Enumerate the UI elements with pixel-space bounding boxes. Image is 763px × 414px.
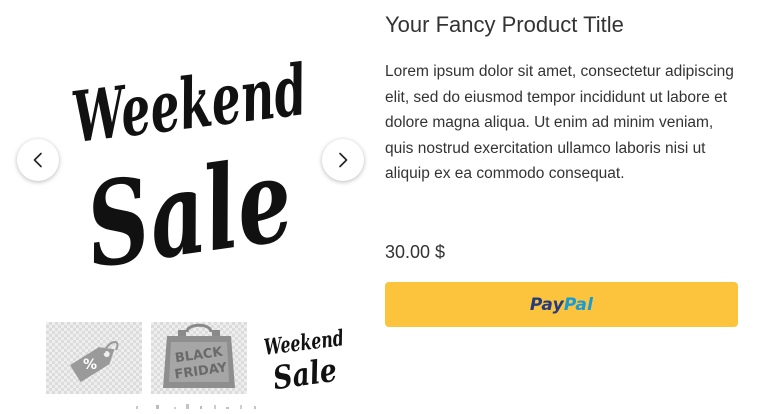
- paypal-logo-pay: Pay: [529, 294, 564, 315]
- product-gallery: Weekend Sale % BLACK FRIDAY Weekend Sale: [0, 0, 380, 414]
- product-description: Lorem ipsum dolor sit amet, consectetur …: [385, 63, 734, 182]
- thumbnail-discount-tag[interactable]: %: [46, 322, 142, 394]
- previous-image-button[interactable]: [17, 139, 59, 181]
- discount-tag-icon: %: [70, 341, 119, 383]
- thumbnail-black-friday[interactable]: BLACK FRIDAY: [151, 322, 247, 394]
- weekend-sale-lettering: Weekend Sale: [68, 48, 311, 295]
- product-price: 30.00 $: [385, 242, 446, 262]
- thumbnail-weekend-sale[interactable]: Weekend Sale: [256, 322, 352, 394]
- paypal-logo-pal: Pal: [563, 294, 594, 315]
- paypal-logo: PayPal: [530, 295, 593, 315]
- chevron-left-icon: [33, 152, 42, 168]
- sale-text: Sale: [78, 132, 300, 294]
- main-product-image: Weekend Sale: [60, 18, 320, 308]
- percent-sign: %: [83, 357, 97, 373]
- black-friday-bag-icon: BLACK FRIDAY: [163, 323, 235, 388]
- thumb-sale-text: Sale: [271, 351, 340, 394]
- weekend-sale-lettering: Weekend Sale: [263, 325, 346, 394]
- paypal-checkout-button[interactable]: PayPal: [385, 282, 738, 327]
- image-remnant-decoration: [136, 404, 256, 409]
- next-image-button[interactable]: [322, 139, 364, 181]
- product-title: Your Fancy Product Title: [385, 12, 624, 37]
- chevron-right-icon: [339, 152, 348, 168]
